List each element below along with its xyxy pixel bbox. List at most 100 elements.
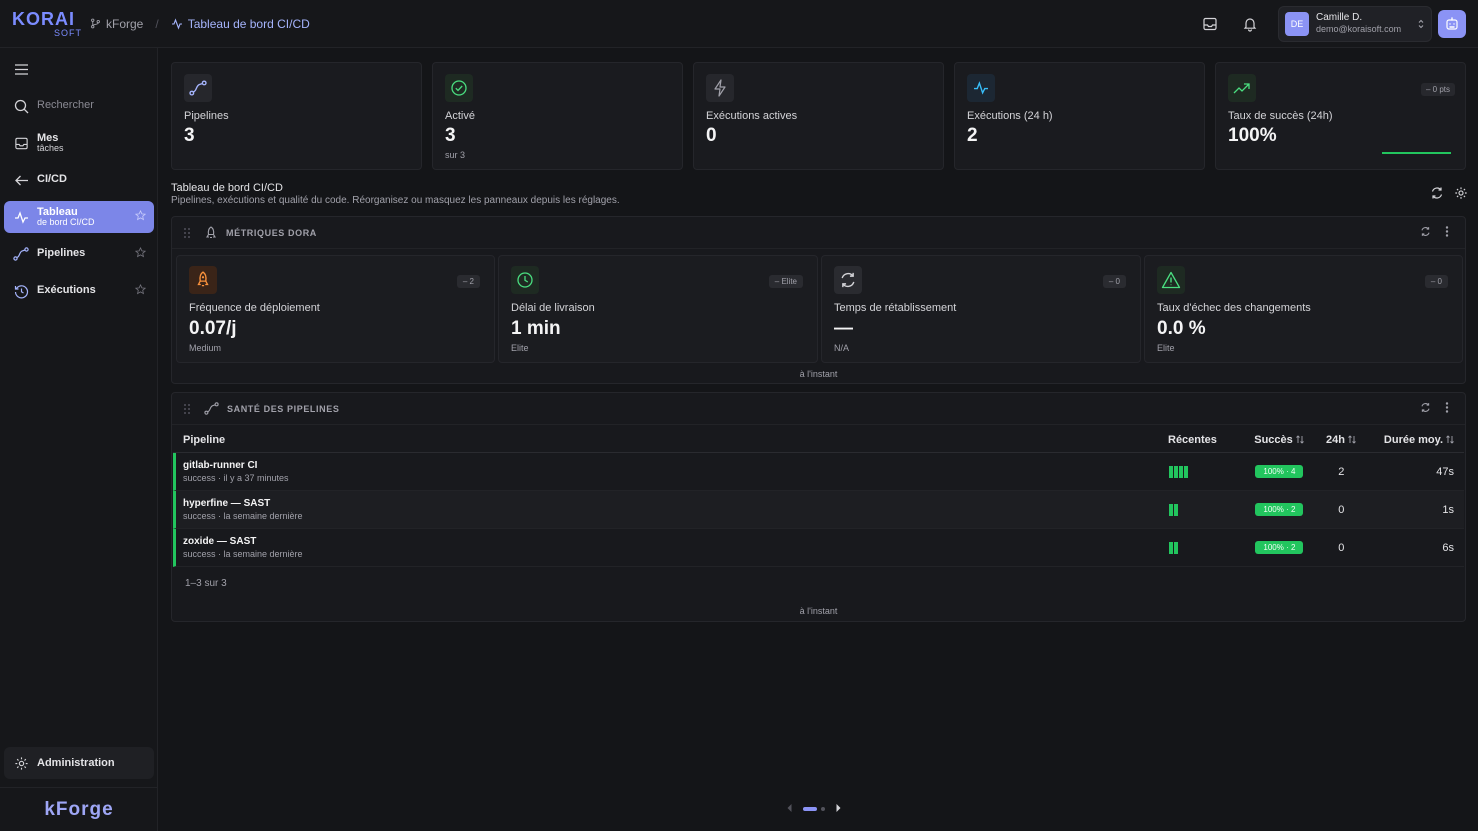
table-row[interactable]: hyperfine — SAST success · la semaine de… bbox=[173, 491, 1464, 529]
next-page-button[interactable] bbox=[835, 802, 842, 816]
panel-more-button[interactable] bbox=[1445, 225, 1449, 240]
user-info: Camille D. demo@koraisoft.com bbox=[1316, 12, 1417, 35]
branch-icon bbox=[91, 18, 100, 29]
prev-page-button[interactable] bbox=[786, 802, 793, 816]
run-bar[interactable] bbox=[1168, 503, 1173, 516]
run-bar[interactable] bbox=[1173, 541, 1178, 554]
dora-level: Elite bbox=[511, 343, 529, 353]
panel-title: SANTÉ DES PIPELINES bbox=[227, 403, 340, 414]
logo-text: KORAI bbox=[12, 8, 75, 29]
star-icon[interactable] bbox=[134, 209, 147, 224]
brand-logo[interactable]: KORAI SOFT bbox=[12, 10, 82, 38]
sidebar-item-cicd[interactable]: CI/CD bbox=[4, 169, 154, 191]
panel-more-button[interactable] bbox=[1445, 401, 1449, 416]
page-indicator-active[interactable] bbox=[803, 807, 817, 811]
dora-label: Taux d'échec des changements bbox=[1157, 302, 1311, 314]
kpi-card-pipelines: Pipelines 3 bbox=[171, 62, 422, 170]
pipeline-icon bbox=[184, 74, 212, 102]
dashboard-label: Tableau bbox=[37, 205, 78, 218]
panel-refresh-button[interactable] bbox=[1420, 402, 1431, 416]
row-count: 1–3 sur 3 bbox=[185, 577, 227, 589]
refresh-button[interactable] bbox=[1430, 186, 1444, 203]
run-bar[interactable] bbox=[1183, 465, 1188, 478]
pipeline-cell: zoxide — SAST success · la semaine derni… bbox=[176, 536, 1169, 559]
inbox-button[interactable] bbox=[1196, 10, 1224, 38]
dora-level: N/A bbox=[834, 343, 850, 353]
success-badge: 100% · 2 bbox=[1255, 503, 1304, 516]
page-indicator[interactable] bbox=[821, 807, 825, 811]
pipeline-cell: hyperfine — SAST success · la semaine de… bbox=[176, 498, 1169, 521]
table-row[interactable]: zoxide — SAST success · la semaine derni… bbox=[173, 529, 1464, 567]
dora-badge: – 0 bbox=[1102, 275, 1126, 288]
dora-value: 1 min bbox=[511, 318, 561, 339]
top-bar: KORAI SOFT kForge / Tableau de bord CI/C… bbox=[0, 0, 1478, 48]
settings-button[interactable] bbox=[1454, 186, 1468, 203]
sidebar-search[interactable]: Rechercher bbox=[4, 95, 154, 117]
col-success[interactable]: Succès bbox=[1242, 434, 1316, 446]
breadcrumb-root[interactable]: kForge bbox=[90, 17, 143, 31]
user-email: demo@koraisoft.com bbox=[1316, 24, 1402, 35]
sidebar-item-pipelines[interactable]: Pipelines bbox=[4, 243, 154, 265]
avg-duration: 1s bbox=[1442, 503, 1454, 516]
sidebar: Rechercher Mes tâches CI/CD Tableau de bor… bbox=[0, 48, 158, 831]
activity-icon bbox=[12, 208, 30, 226]
drag-handle-icon[interactable] bbox=[184, 403, 194, 414]
run-bar[interactable] bbox=[1173, 503, 1178, 516]
pipeline-icon bbox=[12, 245, 30, 263]
sparkline bbox=[1382, 152, 1451, 154]
avatar: DE bbox=[1285, 11, 1309, 36]
app: KORAI SOFT kForge / Tableau de bord CI/C… bbox=[0, 0, 1478, 831]
avg-duration: 6s bbox=[1442, 541, 1454, 554]
dora-card-change-failure-rate: – 0 Taux d'échec des changements 0.0 % E… bbox=[1144, 255, 1463, 363]
kpi-card-active-executions: Exécutions actives 0 bbox=[693, 62, 944, 170]
pipeline-health-panel: SANTÉ DES PIPELINES Pipeline Récentes Su… bbox=[171, 392, 1466, 622]
star-icon[interactable] bbox=[134, 246, 147, 261]
run-bar[interactable] bbox=[1173, 465, 1178, 478]
col-success-label: Succès bbox=[1254, 433, 1293, 446]
user-name: Camille D. bbox=[1316, 12, 1363, 24]
page-description: Pipelines, exécutions et qualité du code… bbox=[171, 195, 620, 206]
star-icon[interactable] bbox=[134, 283, 147, 298]
pipeline-status: success · la semaine dernière bbox=[183, 511, 303, 521]
run-bar[interactable] bbox=[1168, 465, 1173, 478]
pipeline-name[interactable]: hyperfine — SAST bbox=[183, 498, 1169, 509]
notifications-button[interactable] bbox=[1236, 10, 1264, 38]
pipeline-name[interactable]: zoxide — SAST bbox=[183, 536, 1169, 547]
kpi-value: 3 bbox=[445, 125, 456, 146]
col-duration[interactable]: Durée moy. bbox=[1366, 434, 1464, 446]
sidebar-toggle[interactable] bbox=[4, 58, 154, 80]
tasks-sublabel: tâches bbox=[37, 143, 64, 154]
check-circle-icon bbox=[445, 74, 473, 102]
sidebar-item-administration[interactable]: Administration bbox=[4, 747, 154, 779]
pipeline-name[interactable]: gitlab-runner CI bbox=[183, 460, 1169, 471]
success-cell: 100% · 2 bbox=[1243, 541, 1317, 554]
pipeline-cell: gitlab-runner CI success · il y a 37 min… bbox=[176, 460, 1169, 483]
user-menu[interactable]: DE Camille D. demo@koraisoft.com bbox=[1278, 5, 1432, 42]
sort-icon bbox=[1446, 435, 1454, 444]
runs-24h: 0 bbox=[1338, 541, 1345, 554]
logo-subtext: SOFT bbox=[54, 27, 82, 38]
sort-icon bbox=[1295, 435, 1304, 444]
col-duration-label: Durée moy. bbox=[1383, 433, 1443, 446]
run-bar[interactable] bbox=[1168, 541, 1173, 554]
breadcrumb-current[interactable]: Tableau de bord CI/CD bbox=[171, 17, 310, 31]
sidebar-item-dashboard[interactable]: Tableau de bord CI/CD bbox=[4, 201, 154, 233]
dora-value: 0.0 % bbox=[1157, 318, 1206, 339]
assistant-button[interactable] bbox=[1438, 9, 1466, 38]
run-bar[interactable] bbox=[1178, 465, 1183, 478]
sidebar-item-label: Pipelines bbox=[37, 247, 86, 260]
chevron-left-icon bbox=[787, 804, 792, 812]
kpi-delta-badge: – 0 pts bbox=[1420, 83, 1455, 96]
panel-updated: à l'instant bbox=[799, 369, 838, 379]
kpi-value: 0 bbox=[706, 125, 717, 146]
kpi-value: 3 bbox=[184, 125, 195, 146]
panel-refresh-button[interactable] bbox=[1420, 226, 1431, 240]
top-actions: DE Camille D. demo@koraisoft.com bbox=[1184, 5, 1466, 42]
rocket-icon bbox=[204, 225, 218, 240]
drag-handle-icon[interactable] bbox=[184, 227, 194, 238]
sidebar-item-executions[interactable]: Exécutions bbox=[4, 280, 154, 302]
table-header: Pipeline Récentes Succès 24h Durée moy. bbox=[173, 427, 1464, 453]
sidebar-item-tasks[interactable]: Mes tâches bbox=[4, 128, 154, 158]
col-24h[interactable]: 24h bbox=[1316, 434, 1366, 446]
table-row[interactable]: gitlab-runner CI success · il y a 37 min… bbox=[173, 453, 1464, 491]
